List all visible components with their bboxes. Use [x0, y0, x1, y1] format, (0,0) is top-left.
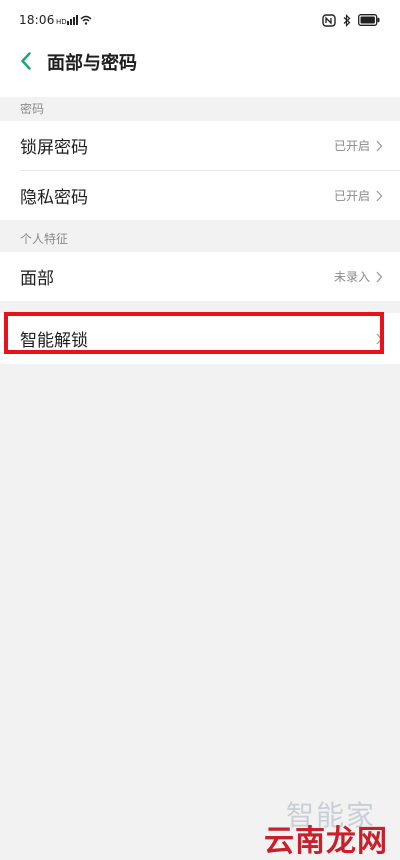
row-label: 隐私密码: [20, 188, 88, 208]
settings-row-face[interactable]: 面部 未录入: [0, 252, 400, 301]
nav-bar: 面部与密码: [0, 44, 400, 97]
watermark-bottom: 云南龙网: [264, 824, 388, 859]
chevron-right-icon: [376, 140, 383, 151]
battery-icon: [358, 14, 380, 26]
settings-row-privacy-password[interactable]: 隐私密码 已开启: [0, 171, 400, 220]
personal-group: 面部 未录入: [0, 252, 400, 301]
row-label: 面部: [20, 269, 54, 289]
nfc-icon: [322, 13, 336, 27]
row-label: 锁屏密码: [20, 138, 88, 158]
settings-row-lock-screen-password[interactable]: 锁屏密码 已开启: [0, 121, 400, 170]
top-area: 18:06 HD 面部与密码: [0, 0, 400, 97]
row-value: 已开启: [333, 189, 370, 203]
highlight-box: [4, 312, 384, 354]
chevron-left-icon: [21, 52, 31, 70]
row-value: 已开启: [333, 139, 370, 153]
status-time: 18:06: [19, 13, 55, 27]
section-header-personal: 个人特征: [20, 232, 69, 246]
section-header-password: 密码: [20, 102, 45, 116]
back-button[interactable]: [12, 46, 40, 76]
password-group: 锁屏密码 已开启 隐私密码 已开启: [0, 121, 400, 220]
svg-text:HD: HD: [56, 18, 67, 26]
bluetooth-icon: [343, 13, 351, 27]
chevron-right-icon: [376, 190, 383, 201]
row-value: 未录入: [333, 270, 370, 284]
chevron-right-icon: [376, 271, 383, 282]
status-icons-right: [322, 13, 380, 27]
signal-icon: HD: [56, 15, 92, 26]
status-bar: 18:06 HD: [0, 0, 400, 44]
page-title: 面部与密码: [47, 53, 137, 74]
